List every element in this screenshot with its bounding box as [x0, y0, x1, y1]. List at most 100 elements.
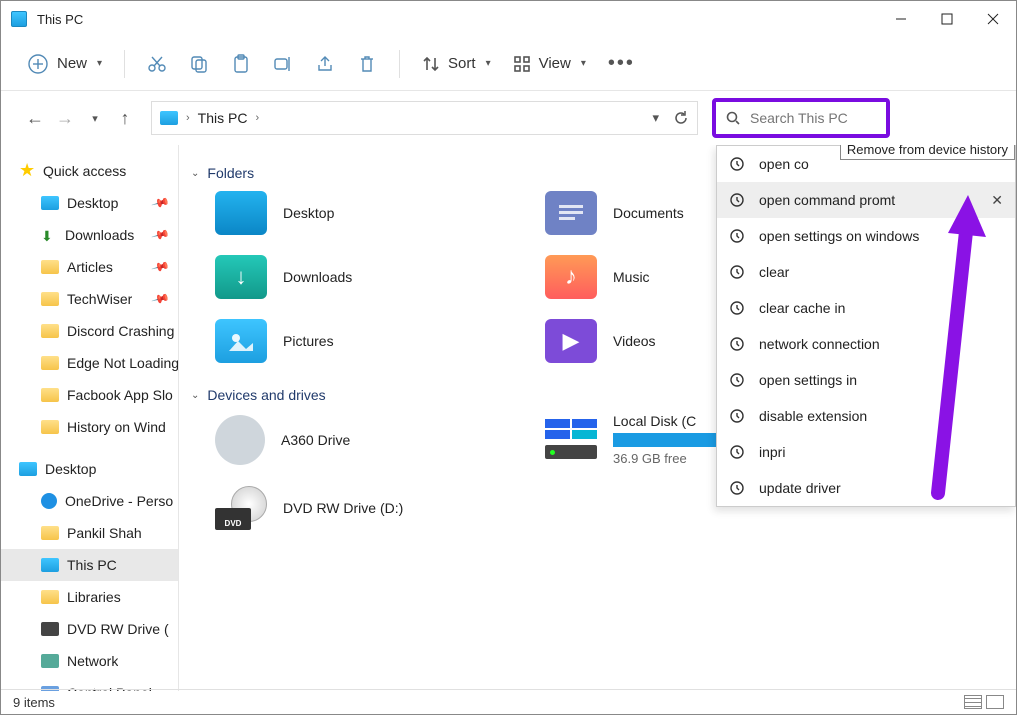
maximize-button[interactable] [924, 1, 970, 37]
search-suggestion-item[interactable]: clear [717, 254, 1015, 290]
content-area: ⌄ Folders Desktop Documents ↓Downloads ♪… [179, 145, 1016, 691]
title-bar: This PC [1, 1, 1016, 37]
search-icon [726, 111, 740, 125]
minimize-button[interactable] [878, 1, 924, 37]
sidebar-item[interactable]: OneDrive - Perso [1, 485, 178, 517]
sidebar-item[interactable]: History on Wind [1, 411, 178, 443]
folder-desktop[interactable]: Desktop [215, 191, 545, 235]
folder-icon [41, 420, 59, 434]
folder-icon [41, 590, 59, 604]
window-controls [878, 1, 1016, 37]
sidebar-item[interactable]: This PC [1, 549, 178, 581]
sidebar-item[interactable]: Facbook App Slo [1, 379, 178, 411]
forward-button[interactable]: → [53, 108, 77, 129]
status-item-count: 9 items [13, 695, 55, 710]
history-icon [729, 192, 747, 208]
drive-dvd[interactable]: DVD DVD RW Drive (D:) [215, 486, 545, 530]
download-icon: ⬇ [41, 228, 57, 242]
history-icon [729, 408, 747, 424]
recent-locations-button[interactable]: ▾ [83, 112, 107, 125]
cloud-icon [41, 493, 57, 509]
pc-icon [160, 111, 178, 125]
dvd-drive-icon: DVD [215, 486, 267, 530]
search-suggestion-item[interactable]: inpri [717, 434, 1015, 470]
cut-button[interactable] [139, 48, 175, 80]
sidebar-item[interactable]: TechWiser📌 [1, 283, 178, 315]
sidebar: ★ Quick access Desktop📌⬇Downloads📌Articl… [1, 145, 179, 691]
close-button[interactable] [970, 1, 1016, 37]
address-segment[interactable]: This PC [198, 110, 248, 126]
search-suggestion-item[interactable]: open settings on windows [717, 218, 1015, 254]
details-view-button[interactable] [964, 695, 982, 709]
folder-icon [41, 526, 59, 540]
search-suggestion-item[interactable]: disable extension [717, 398, 1015, 434]
thumbnails-view-button[interactable] [986, 695, 1004, 709]
search-box[interactable] [712, 98, 890, 138]
view-icon [513, 55, 531, 73]
up-button[interactable]: ↑ [113, 108, 137, 129]
search-suggestion-item[interactable]: update driver [717, 470, 1015, 506]
sidebar-item[interactable]: Desktop 📌 [1, 187, 178, 219]
music-folder-icon: ♪ [545, 255, 597, 299]
sidebar-item-label: Articles [67, 259, 113, 275]
star-icon: ★ [19, 163, 35, 179]
sidebar-desktop[interactable]: Desktop [1, 453, 178, 485]
a360-icon [215, 415, 265, 465]
rename-button[interactable] [265, 48, 301, 80]
sidebar-item[interactable]: ⬇Downloads📌 [1, 219, 178, 251]
refresh-button[interactable] [673, 110, 689, 126]
sidebar-item[interactable]: DVD RW Drive ( [1, 613, 178, 645]
sidebar-item[interactable]: Discord Crashing [1, 315, 178, 347]
address-bar[interactable]: › This PC › ▾ [151, 101, 698, 135]
sidebar-item-label: Pankil Shah [67, 525, 142, 541]
history-icon [729, 156, 747, 172]
sidebar-item-label: Desktop [67, 195, 118, 211]
desktop-folder-icon [215, 191, 267, 235]
copy-button[interactable] [181, 48, 217, 80]
folder-icon [41, 356, 59, 370]
sort-button[interactable]: Sort ▾ [414, 49, 499, 79]
history-icon [729, 444, 747, 460]
tile-label: Music [613, 269, 650, 285]
folder-icon [41, 196, 59, 210]
group-label: Devices and drives [207, 387, 325, 403]
pin-icon: 📌 [151, 193, 171, 213]
net-icon [41, 654, 59, 668]
share-button[interactable] [307, 48, 343, 80]
search-suggestion-item[interactable]: network connection [717, 326, 1015, 362]
remove-suggestion-button[interactable]: ✕ [991, 192, 1003, 209]
delete-button[interactable] [349, 48, 385, 80]
suggestion-text: open command promt [759, 192, 895, 208]
window-title: This PC [37, 12, 83, 27]
address-dropdown-button[interactable]: ▾ [652, 110, 659, 126]
sidebar-item-label: History on Wind [67, 419, 166, 435]
search-suggestion-item[interactable]: open settings in [717, 362, 1015, 398]
view-button[interactable]: View ▾ [505, 49, 594, 79]
suggestion-text: inpri [759, 444, 785, 460]
sidebar-item[interactable]: Edge Not Loading [1, 347, 178, 379]
sidebar-item[interactable]: Articles📌 [1, 251, 178, 283]
chevron-down-icon: ▾ [97, 58, 102, 69]
sidebar-item[interactable]: Pankil Shah [1, 517, 178, 549]
pictures-folder-icon [215, 319, 267, 363]
separator [399, 50, 400, 78]
more-button[interactable]: ••• [600, 46, 643, 81]
search-suggestion-item[interactable]: clear cache in [717, 290, 1015, 326]
folder-downloads[interactable]: ↓Downloads [215, 255, 545, 299]
new-button[interactable]: New ▾ [19, 47, 110, 81]
sort-icon [422, 55, 440, 73]
search-input[interactable] [750, 110, 876, 126]
trash-icon [357, 54, 377, 74]
drive-a360[interactable]: A360 Drive [215, 413, 545, 466]
search-suggestion-item[interactable]: open command promt ✕ [717, 182, 1015, 218]
sidebar-item[interactable]: Libraries [1, 581, 178, 613]
back-button[interactable]: ← [23, 108, 47, 129]
suggestion-text: open co [759, 156, 809, 172]
sidebar-quick-access[interactable]: ★ Quick access [1, 155, 178, 187]
sidebar-item[interactable]: Network [1, 645, 178, 677]
paste-button[interactable] [223, 48, 259, 80]
toolbar: New ▾ Sort ▾ View ▾ ••• [1, 37, 1016, 91]
folder-pictures[interactable]: Pictures [215, 319, 545, 363]
tile-label: A360 Drive [281, 432, 350, 448]
chevron-down-icon: ⌄ [191, 390, 199, 401]
